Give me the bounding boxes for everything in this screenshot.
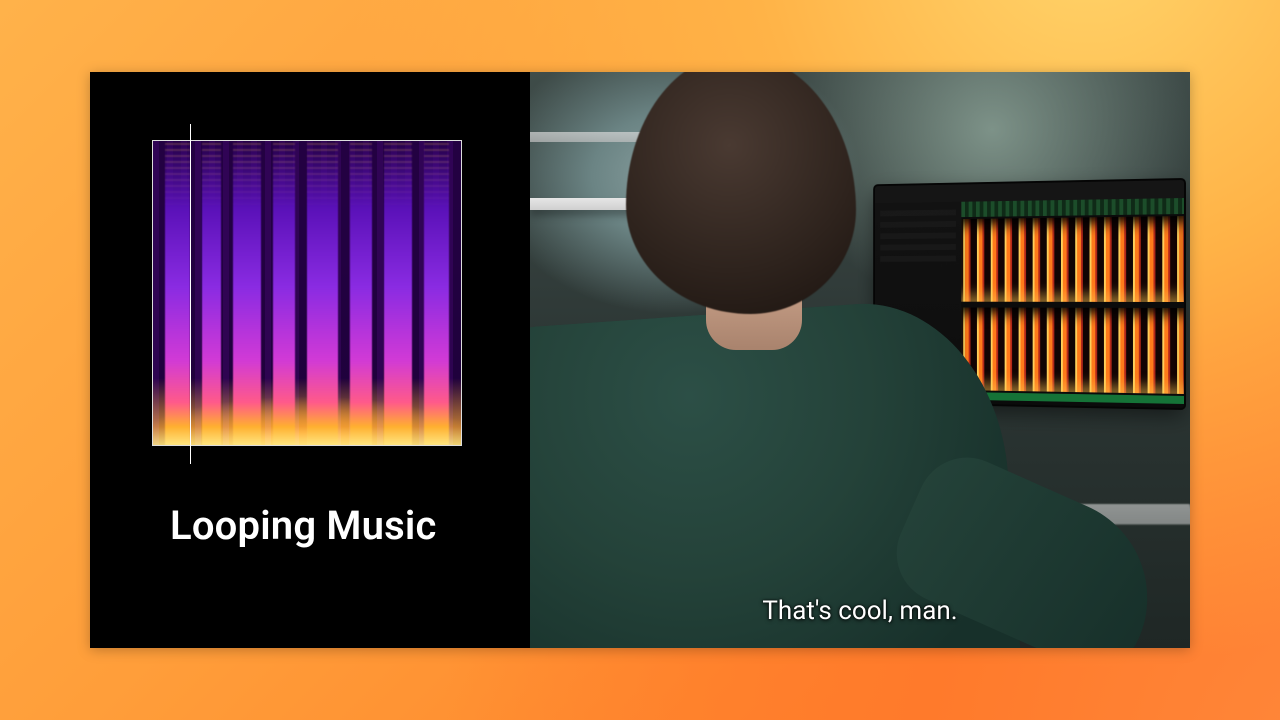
person-head bbox=[626, 72, 856, 314]
video-scene: That's cool, man. bbox=[530, 72, 1190, 648]
playhead-line bbox=[190, 124, 191, 464]
audio-track-spectrogram bbox=[961, 216, 1184, 302]
audio-track-spectrogram bbox=[961, 307, 1184, 394]
video-frame: Looping Music That's cool, man. bbox=[90, 72, 1190, 648]
left-panel: Looping Music bbox=[90, 72, 530, 648]
feature-title: Looping Music bbox=[170, 502, 437, 549]
spectrogram-graphic bbox=[153, 141, 461, 445]
video-caption: That's cool, man. bbox=[530, 596, 1190, 626]
spectrogram-thumbnail bbox=[152, 140, 462, 446]
